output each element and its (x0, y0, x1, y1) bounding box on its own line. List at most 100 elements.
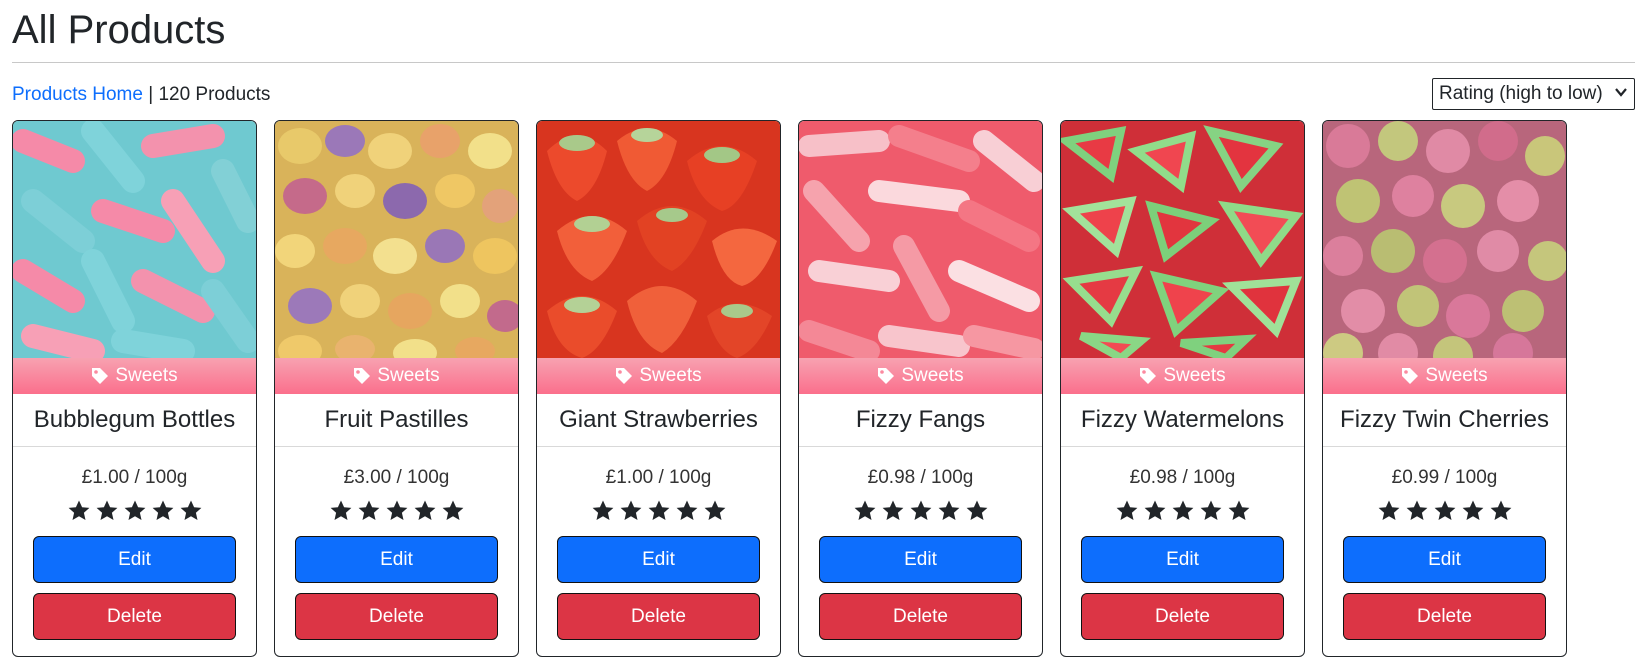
toolbar-separator: | (148, 84, 154, 105)
category-label: Sweets (1425, 365, 1488, 386)
star-rating (275, 499, 518, 525)
star-rating (537, 499, 780, 525)
star-icon (703, 499, 727, 523)
category-badge: Sweets (799, 358, 1042, 394)
product-card: Sweets Fizzy Watermelons £0.98 / 100g Ed… (1060, 120, 1305, 657)
star-icon (881, 499, 905, 523)
page-title: All Products (12, 8, 226, 52)
star-icon (647, 499, 671, 523)
category-label: Sweets (639, 365, 702, 386)
product-name: Fizzy Watermelons (1061, 394, 1304, 447)
star-icon (853, 499, 877, 523)
product-price: £0.99 / 100g (1391, 467, 1498, 488)
star-rating (799, 499, 1042, 525)
star-rating (1323, 499, 1566, 525)
product-grid: Sweets Bubblegum Bottles £1.00 / 100g Ed… (12, 120, 1635, 657)
star-icon (385, 499, 409, 523)
star-icon (675, 499, 699, 523)
product-name: Fruit Pastilles (275, 394, 518, 447)
product-image[interactable] (275, 121, 518, 358)
star-icon (1377, 499, 1401, 523)
product-price: £3.00 / 100g (343, 467, 450, 488)
products-home-link[interactable]: Products Home (12, 84, 143, 105)
category-badge: Sweets (1061, 358, 1304, 394)
edit-button[interactable]: Edit (1081, 536, 1284, 583)
category-label: Sweets (1163, 365, 1226, 386)
product-image[interactable] (537, 121, 780, 358)
product-count: 120 Products (158, 84, 271, 105)
star-icon (179, 499, 203, 523)
edit-button[interactable]: Edit (557, 536, 760, 583)
category-badge: Sweets (275, 358, 518, 394)
star-rating (1061, 499, 1304, 525)
star-icon (123, 499, 147, 523)
title-divider (12, 62, 1635, 63)
star-icon (1489, 499, 1513, 523)
delete-button[interactable]: Delete (1343, 593, 1546, 640)
product-image[interactable] (799, 121, 1042, 358)
star-icon (937, 499, 961, 523)
star-rating (13, 499, 256, 525)
chevron-down-icon (1614, 85, 1628, 104)
star-icon (1433, 499, 1457, 523)
product-image[interactable] (1061, 121, 1304, 358)
product-card: Sweets Bubblegum Bottles £1.00 / 100g Ed… (12, 120, 257, 657)
product-price: £1.00 / 100g (81, 467, 188, 488)
tag-icon (615, 367, 633, 385)
category-badge: Sweets (13, 358, 256, 394)
star-icon (413, 499, 437, 523)
product-image[interactable] (13, 121, 256, 358)
star-icon (1199, 499, 1223, 523)
product-image[interactable] (1323, 121, 1566, 358)
edit-button[interactable]: Edit (819, 536, 1022, 583)
delete-button[interactable]: Delete (557, 593, 760, 640)
delete-button[interactable]: Delete (819, 593, 1022, 640)
star-icon (909, 499, 933, 523)
star-icon (1405, 499, 1429, 523)
star-icon (591, 499, 615, 523)
star-icon (1143, 499, 1167, 523)
delete-button[interactable]: Delete (1081, 593, 1284, 640)
tag-icon (1401, 367, 1419, 385)
product-price: £0.98 / 100g (1129, 467, 1236, 488)
star-icon (441, 499, 465, 523)
product-card: Sweets Fruit Pastilles £3.00 / 100g Edit… (274, 120, 519, 657)
star-icon (1115, 499, 1139, 523)
category-badge: Sweets (1323, 358, 1566, 394)
product-card: Sweets Fizzy Twin Cherries £0.99 / 100g … (1322, 120, 1567, 657)
tag-icon (91, 367, 109, 385)
star-icon (95, 499, 119, 523)
category-badge: Sweets (537, 358, 780, 394)
category-label: Sweets (377, 365, 440, 386)
star-icon (67, 499, 91, 523)
star-icon (965, 499, 989, 523)
toolbar: Products Home | 120 Products (12, 82, 270, 108)
product-name: Fizzy Fangs (799, 394, 1042, 447)
product-name: Bubblegum Bottles (13, 394, 256, 447)
product-card: Sweets Fizzy Fangs £0.98 / 100g Edit Del… (798, 120, 1043, 657)
edit-button[interactable]: Edit (33, 536, 236, 583)
star-icon (151, 499, 175, 523)
tag-icon (1139, 367, 1157, 385)
product-name: Giant Strawberries (537, 394, 780, 447)
tag-icon (353, 367, 371, 385)
product-price: £1.00 / 100g (605, 467, 712, 488)
star-icon (619, 499, 643, 523)
category-label: Sweets (115, 365, 178, 386)
category-label: Sweets (901, 365, 964, 386)
star-icon (1227, 499, 1251, 523)
edit-button[interactable]: Edit (1343, 536, 1546, 583)
product-card: Sweets Giant Strawberries £1.00 / 100g E… (536, 120, 781, 657)
tag-icon (877, 367, 895, 385)
delete-button[interactable]: Delete (33, 593, 236, 640)
delete-button[interactable]: Delete (295, 593, 498, 640)
product-price: £0.98 / 100g (867, 467, 974, 488)
sort-select[interactable]: Rating (high to low) (1432, 78, 1635, 110)
star-icon (1171, 499, 1195, 523)
star-icon (1461, 499, 1485, 523)
star-icon (357, 499, 381, 523)
product-name: Fizzy Twin Cherries (1323, 394, 1566, 447)
star-icon (329, 499, 353, 523)
sort-selected-value: Rating (high to low) (1439, 83, 1603, 104)
edit-button[interactable]: Edit (295, 536, 498, 583)
